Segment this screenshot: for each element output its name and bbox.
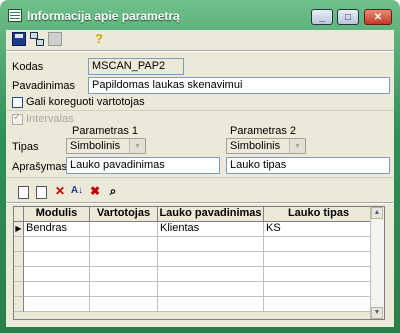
empty-cell[interactable] bbox=[90, 237, 158, 252]
table-row[interactable] bbox=[14, 282, 374, 297]
aprasymas1-field[interactable]: Lauko pavadinimas bbox=[66, 157, 220, 174]
empty-cell[interactable] bbox=[264, 282, 374, 297]
delete-icon[interactable]: ✕ bbox=[53, 184, 67, 198]
copy-icon[interactable] bbox=[48, 32, 62, 46]
empty-cell[interactable] bbox=[158, 252, 264, 267]
cell-modulis[interactable]: Bendras bbox=[24, 222, 90, 237]
binoculars-icon[interactable]: ⌕ bbox=[106, 184, 120, 198]
main-toolbar: ? bbox=[6, 30, 394, 48]
table-row[interactable] bbox=[14, 267, 374, 282]
aprasymas2-field[interactable]: Lauko tipas bbox=[226, 157, 390, 174]
sort-icon[interactable]: A↓ bbox=[70, 184, 84, 198]
window-title: Informacija apie parametrą bbox=[27, 9, 180, 23]
empty-cell[interactable] bbox=[24, 282, 90, 297]
row-indicator-header bbox=[14, 207, 24, 222]
intervalas-checkbox[interactable] bbox=[12, 112, 23, 125]
empty-cell[interactable] bbox=[158, 267, 264, 282]
maximize-button[interactable]: □ bbox=[337, 9, 359, 25]
tipas2-value: Simbolinis bbox=[230, 140, 281, 152]
tipas-label: Tipas bbox=[12, 141, 39, 153]
grid-divider bbox=[6, 202, 394, 204]
column-header[interactable]: Modulis bbox=[24, 207, 90, 222]
cell-lauko-tipas[interactable]: KS bbox=[264, 222, 374, 237]
table-row[interactable]: ▶ Bendras Klientas KS bbox=[14, 222, 374, 237]
row-indicator bbox=[14, 297, 24, 312]
column-header[interactable]: Lauko tipas bbox=[264, 207, 374, 222]
close-button[interactable]: ✕ bbox=[364, 9, 392, 25]
empty-cell[interactable] bbox=[24, 297, 90, 312]
empty-cell[interactable] bbox=[24, 252, 90, 267]
chevron-down-icon[interactable]: ▼ bbox=[129, 139, 145, 153]
table-row[interactable] bbox=[14, 252, 374, 267]
minimize-button[interactable]: _ bbox=[311, 9, 333, 25]
empty-cell[interactable] bbox=[90, 297, 158, 312]
empty-cell[interactable] bbox=[158, 297, 264, 312]
empty-cell[interactable] bbox=[24, 237, 90, 252]
empty-cell[interactable] bbox=[90, 252, 158, 267]
help-icon[interactable]: ? bbox=[92, 32, 106, 46]
empty-cell[interactable] bbox=[24, 267, 90, 282]
kodas-label: Kodas bbox=[12, 61, 44, 73]
kodas-field: MSCAN_PAP2 bbox=[88, 58, 184, 75]
empty-cell[interactable] bbox=[90, 282, 158, 297]
aprasymas-label: Aprašymas bbox=[12, 161, 68, 173]
data-grid[interactable]: Modulis Vartotojas Lauko pavadinimas Lau… bbox=[13, 206, 385, 320]
chevron-down-icon[interactable]: ▼ bbox=[289, 139, 305, 153]
pavadinimas-field[interactable]: Papildomas laukas skenavimui bbox=[88, 77, 390, 94]
parametras2-label: Parametras 2 bbox=[230, 125, 297, 137]
new-record-icon[interactable] bbox=[18, 186, 29, 199]
tipas1-select[interactable]: Simbolinis ▼ bbox=[66, 138, 146, 154]
empty-cell[interactable] bbox=[90, 267, 158, 282]
grid-toolbar: ✕ A↓ ✖ ⌕ bbox=[6, 183, 394, 201]
vertical-scrollbar[interactable]: ▲ ▼ bbox=[370, 207, 384, 319]
empty-cell[interactable] bbox=[158, 237, 264, 252]
empty-cell[interactable] bbox=[158, 282, 264, 297]
scroll-up-icon[interactable]: ▲ bbox=[371, 207, 383, 219]
parametras1-label: Parametras 1 bbox=[72, 125, 139, 137]
gali-koreguoti-label: Gali koreguoti vartotojas bbox=[26, 96, 145, 108]
empty-cell[interactable] bbox=[264, 267, 374, 282]
scroll-down-icon[interactable]: ▼ bbox=[371, 307, 383, 319]
save-icon[interactable] bbox=[12, 32, 26, 46]
grid-header: Modulis Vartotojas Lauko pavadinimas Lau… bbox=[14, 207, 374, 222]
gali-koreguoti-checkbox[interactable] bbox=[12, 97, 23, 108]
dialog-body: ? Kodas MSCAN_PAP2 Pavadinimas Papildoma… bbox=[6, 30, 394, 327]
row-indicator bbox=[14, 282, 24, 297]
row-indicator bbox=[14, 252, 24, 267]
row-indicator bbox=[14, 237, 24, 252]
row-indicator bbox=[14, 267, 24, 282]
title-bar[interactable]: Informacija apie parametrą _ □ ✕ bbox=[0, 0, 400, 30]
clear-filter-icon[interactable]: ✖ bbox=[88, 184, 102, 198]
table-row[interactable] bbox=[14, 237, 374, 252]
cell-vartotojas[interactable] bbox=[90, 222, 158, 237]
cell-lauko-pavadinimas[interactable]: Klientas bbox=[158, 222, 264, 237]
empty-cell[interactable] bbox=[264, 237, 374, 252]
parameters-group: Intervalas Parametras 1 Parametras 2 Tip… bbox=[6, 110, 394, 178]
empty-cell[interactable] bbox=[264, 297, 374, 312]
column-header[interactable]: Lauko pavadinimas bbox=[158, 207, 264, 222]
toolbar-divider bbox=[6, 50, 394, 52]
empty-cell[interactable] bbox=[264, 252, 374, 267]
app-window: Informacija apie parametrą _ □ ✕ ? Kodas… bbox=[0, 0, 400, 333]
current-row-icon: ▶ bbox=[14, 222, 24, 237]
tipas1-value: Simbolinis bbox=[70, 140, 121, 152]
table-row[interactable] bbox=[14, 297, 374, 312]
app-icon bbox=[8, 9, 22, 22]
pavadinimas-label: Pavadinimas bbox=[12, 80, 75, 92]
tipas2-select[interactable]: Simbolinis ▼ bbox=[226, 138, 306, 154]
edit-record-icon[interactable] bbox=[36, 186, 47, 199]
intervalas-label: Intervalas bbox=[26, 113, 74, 125]
network-icon[interactable] bbox=[30, 32, 44, 46]
column-header[interactable]: Vartotojas bbox=[90, 207, 158, 222]
